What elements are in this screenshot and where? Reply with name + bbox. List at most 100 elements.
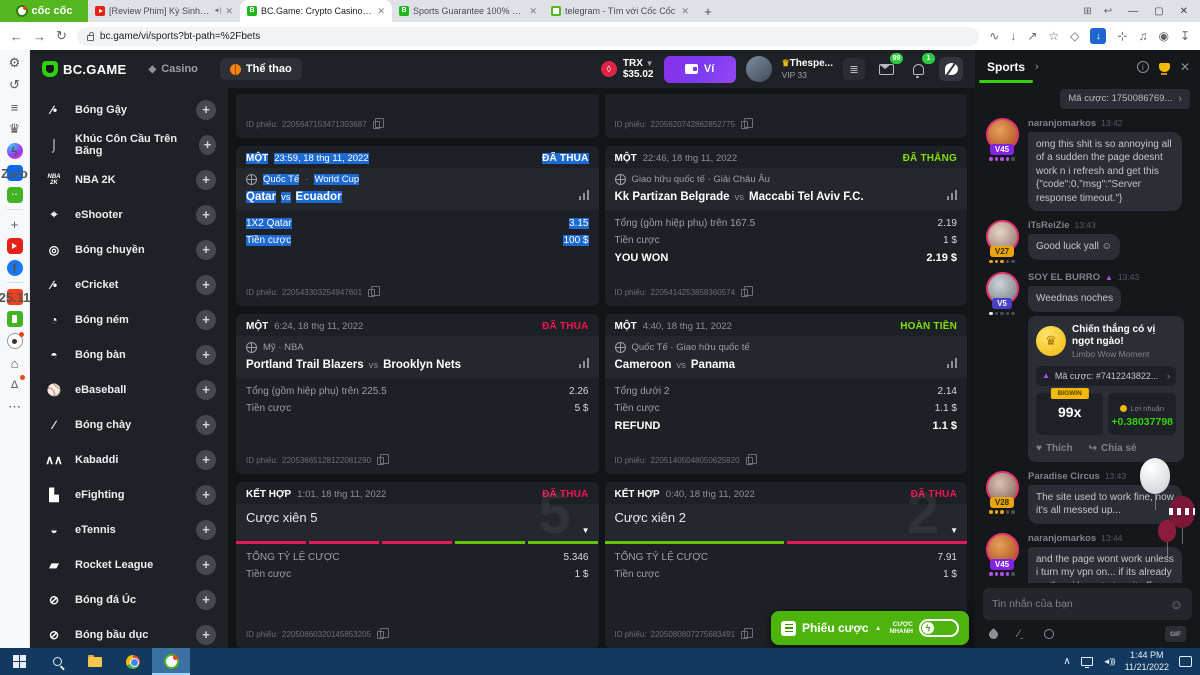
tab-telegram-search[interactable]: telegram - Tìm với Cốc Cốc ✕ [544, 0, 696, 22]
bet-card-partial[interactable]: ID phiếu:2205647153471303687 [236, 94, 599, 138]
taskbar-search-icon[interactable] [38, 648, 76, 675]
chat-username[interactable]: SOY EL BURRO [1028, 272, 1100, 283]
chat-toggle-button[interactable] [939, 57, 963, 81]
more-icon[interactable]: ⋯ [7, 399, 23, 415]
expand-plus-button[interactable]: + [199, 135, 216, 155]
sidebar-item-ice-hockey[interactable]: ⌡ Khúc Côn Cầu Trên Băng + [30, 127, 228, 162]
wallet-button[interactable]: Ví [664, 56, 736, 83]
expand-plus-button[interactable]: + [196, 275, 216, 295]
chat-username[interactable]: iTsReiZie [1028, 220, 1070, 231]
copy-icon[interactable] [368, 289, 375, 297]
match-stats-icon[interactable] [947, 358, 957, 368]
tab-sports-chat[interactable]: Sports [985, 51, 1027, 83]
bet-code-chip[interactable]: Mã cược: 1750086769...› [1060, 89, 1190, 109]
like-button[interactable]: ♥ Thích [1036, 443, 1073, 454]
expand-plus-button[interactable]: + [196, 205, 216, 225]
sidebar-item-handball[interactable]: ◔ Bóng ném + [30, 302, 228, 337]
forward-button[interactable]: → [33, 29, 46, 44]
sale-2511-icon[interactable]: 25.11 [7, 289, 23, 305]
share-icon[interactable]: ↗ [1027, 29, 1037, 43]
currency-selector[interactable]: ◊ TRX ▼ $35.02 [601, 58, 654, 81]
expand-plus-button[interactable]: + [196, 380, 216, 400]
feed-icon[interactable]: ≡ [7, 99, 23, 115]
expand-plus-button[interactable]: + [196, 415, 216, 435]
bet-code-chip[interactable]: ▲ Mã cược: #7412243822... › [1036, 366, 1176, 386]
bet-card-partial[interactable]: ID phiếu:2205620742862852775 [605, 94, 968, 138]
shared-win-card[interactable]: ♛ Chiến thắng có vị ngọt ngào! Limbo Wow… [1028, 316, 1184, 462]
bet-card-portland-brooklyn[interactable]: MỘT 6:24, 18 thg 11, 2022 ĐÃ THUA Mỹ · N… [236, 314, 599, 474]
copy-icon[interactable] [377, 631, 384, 639]
rules-pen-icon[interactable]: ∕ˍ [1018, 628, 1024, 640]
bet-card-combo-5[interactable]: KẾT HỢP 1:01, 18 thg 11, 2022 ĐÃ THUA Cư… [236, 482, 599, 648]
expand-plus-button[interactable]: + [196, 310, 216, 330]
mail-button[interactable]: 99 [875, 58, 897, 80]
expand-plus-button[interactable]: + [196, 450, 216, 470]
crown-icon[interactable]: ♛ [7, 121, 23, 137]
trophy-icon[interactable] [1159, 63, 1170, 72]
youtube-icon[interactable] [7, 238, 23, 254]
tab-search-icon[interactable]: ⊞ [1083, 6, 1091, 17]
share-button[interactable]: ↪ Chia sẻ [1089, 443, 1137, 454]
download-badge-icon[interactable]: ↓ [1090, 28, 1106, 44]
expand-plus-button[interactable]: + [196, 170, 216, 190]
messenger-icon[interactable]: ϟ [7, 143, 23, 159]
history-icon[interactable]: ↺ [7, 77, 23, 93]
chevron-right-icon[interactable]: › [1035, 61, 1039, 73]
sidebar-item-table-tennis[interactable]: ◓ Bóng bàn + [30, 337, 228, 372]
extensions-icon[interactable]: ⊹ [1117, 29, 1127, 43]
save-page-icon[interactable]: ↓ [1010, 29, 1016, 43]
expand-plus-button[interactable]: + [196, 555, 216, 575]
match-stats-icon[interactable] [947, 190, 957, 200]
sidebar-item-volleyball[interactable]: ◎ Bóng chuyền + [30, 232, 228, 267]
sidebar-item-ebaseball[interactable]: ⚾ eBaseball + [30, 372, 228, 407]
expand-plus-button[interactable]: + [196, 100, 216, 120]
copy-icon[interactable] [741, 121, 748, 129]
sidebar-item-cricket[interactable]: ∕• Bóng Gậy + [30, 92, 228, 127]
tab-youtube[interactable]: [Review Phim] Kỳ Sinh Tr... ◄) ✕ [88, 0, 240, 22]
chevron-down-icon[interactable]: ▼ [582, 526, 590, 535]
expand-plus-button[interactable]: + [196, 240, 216, 260]
games-icon[interactable] [7, 187, 23, 203]
sidebar-item-eshooter[interactable]: ⌖ eShooter + [30, 197, 228, 232]
rain-drop-icon[interactable] [987, 628, 1000, 641]
start-button[interactable] [0, 648, 38, 675]
file-explorer-icon[interactable] [76, 648, 114, 675]
tab-close-icon[interactable]: ✕ [377, 6, 385, 17]
shopping-cart-icon[interactable]: ⌂ [7, 355, 23, 371]
chat-username[interactable]: Paradise Circus [1028, 471, 1100, 482]
media-icon[interactable]: ♫ [1138, 29, 1147, 43]
bcgame-logo[interactable]: BC.GAME [42, 61, 127, 77]
bet-list-icon[interactable]: ≣ [843, 58, 865, 80]
coccoc-brand[interactable]: cốc cốc [0, 0, 88, 22]
tab-history-icon[interactable]: ↩ [1104, 6, 1112, 17]
sidebar-item-etennis[interactable]: ◒ eTennis + [30, 512, 228, 547]
avatar[interactable] [746, 56, 772, 82]
tab-close-icon[interactable]: ✕ [529, 6, 537, 17]
window-maximize-button[interactable]: ▢ [1154, 6, 1163, 17]
new-tab-button[interactable]: + [696, 0, 720, 22]
expand-plus-button[interactable]: + [196, 590, 216, 610]
action-center-icon[interactable] [1179, 656, 1192, 667]
bet-card-qatar-ecuador[interactable]: MỘT 23:59, 18 thg 11, 2022 ĐÃ THUA Quốc … [236, 146, 599, 306]
chrome-icon[interactable] [114, 648, 152, 675]
adblock-shield-icon[interactable]: ◇ [1070, 29, 1079, 43]
url-field[interactable]: bc.game/vi/sports?bt-path=%2Fbets [77, 27, 979, 46]
match-stats-icon[interactable] [579, 190, 589, 200]
window-close-button[interactable]: ✕ [1180, 6, 1188, 17]
match-stats-icon[interactable] [579, 358, 589, 368]
sidebar-item-baseball[interactable]: ∕ Bóng chày + [30, 407, 228, 442]
sidebar-item-kabaddi[interactable]: ∧∧ Kabaddi + [30, 442, 228, 477]
copy-icon[interactable] [373, 121, 380, 129]
quick-bet-toggle[interactable]: ϟ [919, 619, 959, 637]
sidebar-item-aussie-rules[interactable]: ⊘ Bóng đá Úc + [30, 582, 228, 617]
sidebar-item-rugby[interactable]: ⊘ Bóng bầu dục + [30, 617, 228, 648]
tab-close-icon[interactable]: ✕ [681, 6, 689, 17]
user-info[interactable]: ♛Thespe... VIP 33 [782, 58, 833, 80]
betslip-button[interactable]: Phiếu cược ▲ CƯỢC NHANH ϟ [771, 611, 969, 645]
sidebar-item-nba2k[interactable]: NBA2K NBA 2K + [30, 162, 228, 197]
downloads-tray-icon[interactable]: ↧ [1180, 29, 1190, 43]
expand-plus-button[interactable]: + [196, 625, 216, 645]
window-minimize-button[interactable]: — [1128, 6, 1138, 17]
tray-expand-icon[interactable]: ∧ [1063, 656, 1070, 667]
sidebar-item-rocket-league[interactable]: ▰ Rocket League + [30, 547, 228, 582]
